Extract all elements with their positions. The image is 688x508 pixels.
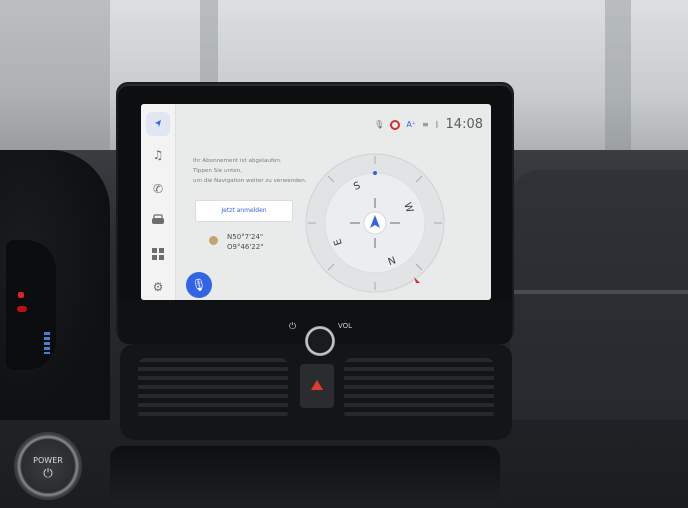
dashboard-right-panel xyxy=(510,170,688,420)
hazard-button[interactable] xyxy=(300,364,334,408)
power-label: POWER xyxy=(33,456,63,465)
subscription-message: Ihr Abonnement ist abgelaufen. Tippen Si… xyxy=(193,156,313,186)
windshield-post-right xyxy=(605,0,631,160)
power-icon: ⏻ xyxy=(43,466,53,480)
longitude: O9°46'22" xyxy=(227,243,264,251)
storage-tray xyxy=(110,446,500,508)
music-note-icon: ♫ xyxy=(152,148,164,162)
sidebar-item-music[interactable]: ♫ xyxy=(141,148,175,162)
coordinates: N50°7'24" O9°46'22" xyxy=(211,232,263,252)
message-line-1: Ihr Abonnement ist abgelaufen. xyxy=(193,158,282,164)
navigation-arrow-icon xyxy=(155,120,161,127)
warning-light xyxy=(18,292,24,298)
accessibility-icon: A⁺ xyxy=(406,120,417,129)
sidebar-item-phone[interactable]: ✆ xyxy=(141,182,175,196)
sidebar-item-settings[interactable]: ⚙ xyxy=(141,280,175,294)
apps-grid-icon xyxy=(152,248,164,260)
bluetooth-icon: ᛒ xyxy=(434,120,440,129)
air-vent-left xyxy=(138,358,288,420)
hazard-triangle-icon xyxy=(311,380,323,390)
windshield-shade-left xyxy=(0,0,110,160)
sidebar-item-apps[interactable] xyxy=(141,248,175,263)
signal-icon: ≡ xyxy=(422,120,429,129)
phone-icon: ✆ xyxy=(152,182,164,196)
microphone-icon: 🎙 xyxy=(191,278,207,292)
air-vent-right xyxy=(344,358,494,420)
recording-icon xyxy=(390,119,401,130)
clock: 14:08 xyxy=(445,117,483,132)
message-line-3: um die Navigation weiter zu verwenden. xyxy=(193,178,307,184)
sidebar-item-navigation[interactable] xyxy=(146,112,170,136)
login-button[interactable]: Jetzt anmelden xyxy=(195,200,293,222)
air-vent-console xyxy=(120,344,512,440)
sidebar: ♫ ✆ ⚙ xyxy=(141,104,176,300)
sidebar-item-car[interactable] xyxy=(141,214,175,229)
head-unit-power-icon[interactable]: ⏻ xyxy=(289,322,296,332)
microphone-status-icon: 🎙 xyxy=(374,120,385,129)
power-button[interactable]: POWER ⏻ xyxy=(14,432,82,500)
voice-assistant-button[interactable]: 🎙 xyxy=(186,272,212,298)
heading-dot xyxy=(373,171,377,175)
car-interior-photo: POWER ⏻ ⏻ VOL ♫ ✆ ⚙ 🎙 🎙 A⁺ ≡ ᛒ 14:08 Ihr… xyxy=(0,0,688,508)
message-line-2: Tippen Sie unten, xyxy=(193,168,243,174)
volume-knob[interactable] xyxy=(305,326,335,356)
compass: S W N E xyxy=(305,153,445,293)
settings-gear-icon: ⚙ xyxy=(152,280,164,294)
latitude: N50°7'24" xyxy=(227,233,264,241)
warning-light-2 xyxy=(17,306,27,312)
infotainment-screen: ♫ ✆ ⚙ 🎙 🎙 A⁺ ≡ ᛒ 14:08 Ihr Abonnement is… xyxy=(141,104,491,300)
car-icon xyxy=(152,214,164,224)
volume-label: VOL xyxy=(338,322,353,330)
instrument-cluster xyxy=(6,240,56,370)
status-bar: 🎙 A⁺ ≡ ᛒ 14:08 xyxy=(374,117,483,132)
gauge-scale xyxy=(44,332,50,354)
